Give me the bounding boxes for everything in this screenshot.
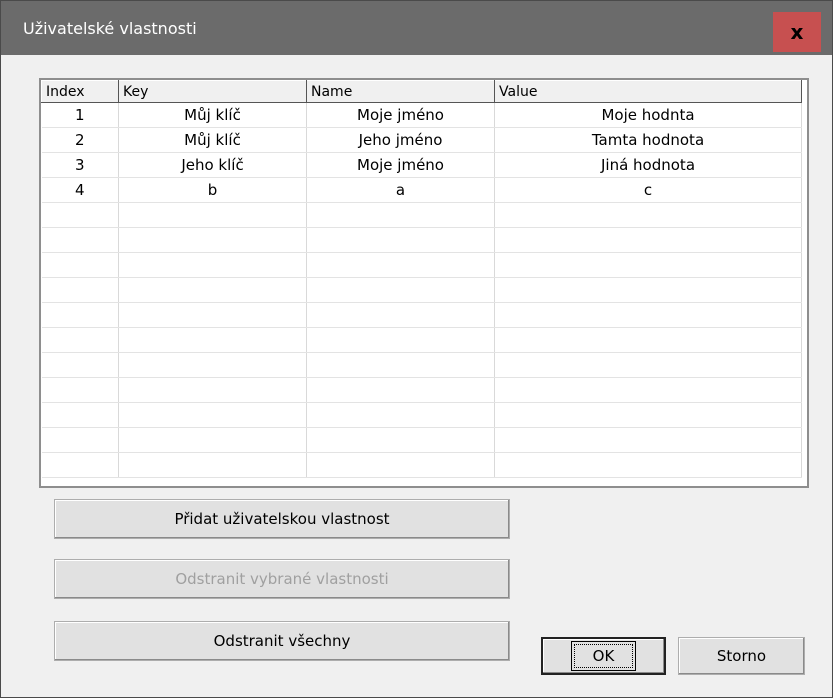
- title-bar[interactable]: Uživatelské vlastnosti x: [1, 1, 832, 55]
- table-row[interactable]: 4bac: [41, 177, 802, 203]
- table-cell: [494, 377, 802, 403]
- dialog-body: Index Key Name Value 1 Můj klíč Moje jméno…: [11, 55, 824, 689]
- table-cell: [118, 252, 307, 278]
- table-cell: [494, 302, 802, 328]
- table-cell: [306, 427, 495, 453]
- table-body: 1 Můj klíč Moje jméno Moje hodnta 2 Můj klíč J…: [41, 102, 802, 478]
- column-header-key[interactable]: Key: [118, 80, 307, 103]
- table-cell: [306, 202, 495, 228]
- table-cell: [494, 402, 802, 428]
- table-cell: [41, 227, 119, 253]
- table-cell: [118, 377, 307, 403]
- empty-table-row[interactable]: [41, 377, 802, 403]
- column-header-index[interactable]: Index: [41, 80, 119, 103]
- table-cell: [41, 277, 119, 303]
- empty-table-row[interactable]: [41, 252, 802, 278]
- table-cell: [118, 427, 307, 453]
- table-cell: [306, 352, 495, 378]
- empty-table-row[interactable]: [41, 352, 802, 378]
- empty-table-row[interactable]: [41, 427, 802, 453]
- table-cell: [118, 402, 307, 428]
- ok-button-label: OK: [570, 641, 637, 671]
- table-cell: [118, 202, 307, 228]
- column-header-name[interactable]: Name: [306, 80, 495, 103]
- empty-table-row[interactable]: [41, 277, 802, 303]
- window-title: Uživatelské vlastnosti: [23, 19, 197, 38]
- table-cell: [118, 277, 307, 303]
- remove-selected-button[interactable]: Odstranit vybrané vlastnosti: [54, 559, 510, 599]
- empty-table-row[interactable]: [41, 302, 802, 328]
- table-cell: [118, 452, 307, 478]
- table-cell: Moje hodnta: [494, 102, 802, 128]
- empty-table-row[interactable]: [41, 327, 802, 353]
- table-cell: [306, 327, 495, 353]
- table-cell: 4: [41, 177, 119, 203]
- table-cell: 3: [41, 152, 119, 178]
- table-cell: Jeho klíč: [118, 152, 307, 178]
- user-properties-dialog: Uživatelské vlastnosti x Index Key Name …: [0, 0, 833, 698]
- table-cell: Jiná hodnota: [494, 152, 802, 178]
- column-header-value[interactable]: Value: [494, 80, 802, 103]
- table-cell: [306, 452, 495, 478]
- table-row[interactable]: 2 Můj klíč Jeho jméno Tamta hodnota: [41, 127, 802, 153]
- table-cell: [494, 227, 802, 253]
- empty-table-row[interactable]: [41, 202, 802, 228]
- table-cell: [306, 377, 495, 403]
- table-row[interactable]: 1 Můj klíč Moje jméno Moje hodnta: [41, 102, 802, 128]
- table-cell: Tamta hodnota: [494, 127, 802, 153]
- table-cell: Můj klíč: [118, 127, 307, 153]
- table-cell: [306, 227, 495, 253]
- ok-button[interactable]: OK: [541, 637, 666, 675]
- table-cell: [494, 277, 802, 303]
- table-cell: [41, 452, 119, 478]
- close-button[interactable]: x: [773, 12, 821, 52]
- table-cell: [41, 327, 119, 353]
- table-cell: [41, 202, 119, 228]
- table-cell: [118, 227, 307, 253]
- table-cell: [494, 427, 802, 453]
- empty-table-row[interactable]: [41, 402, 802, 428]
- table-cell: 2: [41, 127, 119, 153]
- remove-all-button[interactable]: Odstranit všechny: [54, 621, 510, 661]
- table-cell: [41, 302, 119, 328]
- table-cell: [306, 402, 495, 428]
- empty-table-row[interactable]: [41, 227, 802, 253]
- table-cell: Moje jméno: [306, 102, 495, 128]
- table-header-row: Index Key Name Value: [41, 80, 802, 103]
- table-cell: [41, 252, 119, 278]
- properties-table[interactable]: Index Key Name Value 1 Můj klíč Moje jméno…: [39, 78, 809, 488]
- cancel-button[interactable]: Storno: [678, 637, 805, 675]
- table-row[interactable]: 3 Jeho klíč Moje jméno Jiná hodnota: [41, 152, 802, 178]
- table-cell: [41, 352, 119, 378]
- table-cell: [118, 302, 307, 328]
- table-cell: [494, 327, 802, 353]
- table-cell: [494, 452, 802, 478]
- empty-table-row[interactable]: [41, 452, 802, 478]
- table-cell: Jeho jméno: [306, 127, 495, 153]
- table-cell: [494, 252, 802, 278]
- table-cell: [118, 327, 307, 353]
- table-cell: Můj klíč: [118, 102, 307, 128]
- table-cell: a: [306, 177, 495, 203]
- table-cell: [306, 302, 495, 328]
- table-cell: [494, 202, 802, 228]
- table-cell: [118, 352, 307, 378]
- table-cell: [41, 427, 119, 453]
- table-cell: Moje jméno: [306, 152, 495, 178]
- table-cell: [306, 277, 495, 303]
- add-property-button[interactable]: Přidat uživatelskou vlastnost: [54, 499, 510, 539]
- table-cell: c: [494, 177, 802, 203]
- table-cell: [41, 377, 119, 403]
- table-cell: [494, 352, 802, 378]
- table-cell: [306, 252, 495, 278]
- table-cell: b: [118, 177, 307, 203]
- table-cell: 1: [41, 102, 119, 128]
- table-cell: [41, 402, 119, 428]
